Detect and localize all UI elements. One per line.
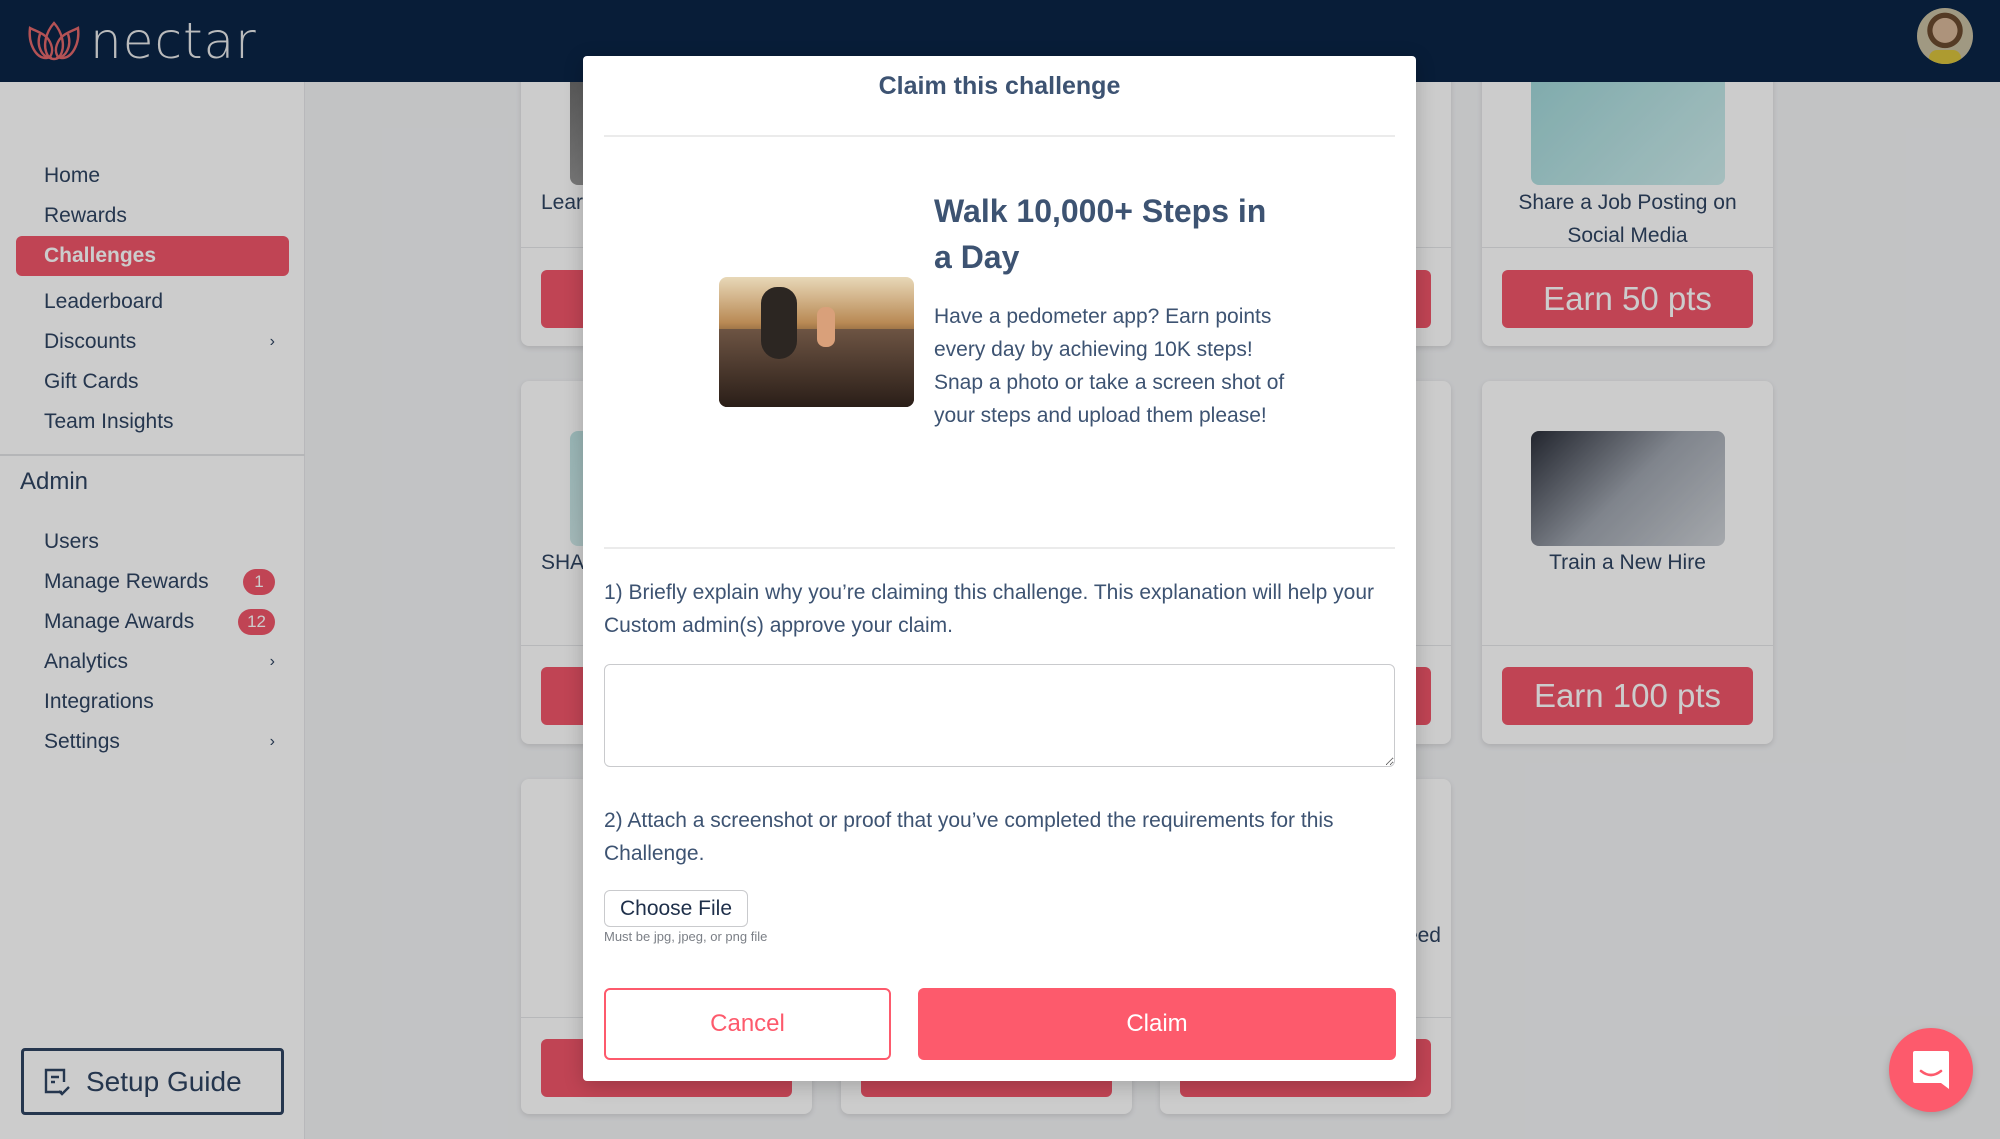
claim-challenge-modal: Claim this challenge Walk 10,000+ Steps … (583, 56, 1416, 1081)
attachment-label: 2) Attach a screenshot or proof that you… (604, 809, 1334, 865)
file-type-hint: Must be jpg, jpeg, or png file (604, 929, 768, 944)
cancel-button[interactable]: Cancel (604, 988, 891, 1060)
challenge-title: Walk 10,000+ Steps in a Day (934, 193, 1267, 275)
chat-launcher-button[interactable] (1889, 1028, 1973, 1112)
challenge-image (719, 277, 914, 407)
modal-divider (604, 547, 1395, 549)
explanation-textarea[interactable] (604, 664, 1395, 767)
choose-file-button[interactable]: Choose File (604, 890, 748, 927)
claim-button[interactable]: Claim (918, 988, 1396, 1060)
challenge-description: Have a pedometer app? Earn points every … (934, 305, 1285, 427)
modal-divider (604, 135, 1395, 137)
modal-title: Claim this challenge (878, 72, 1121, 100)
explanation-label: 1) Briefly explain why you’re claiming t… (604, 581, 1374, 637)
chat-icon (1913, 1051, 1949, 1089)
